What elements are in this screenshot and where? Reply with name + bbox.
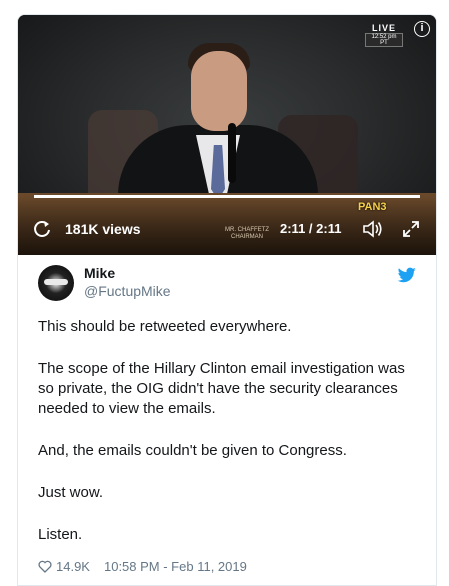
progress-bar[interactable]	[34, 195, 420, 198]
tweet-paragraph: The scope of the Hillary Clinton email i…	[38, 360, 405, 417]
video-time: 2:11 / 2:11	[280, 221, 342, 236]
info-icon[interactable]: i	[414, 21, 430, 37]
microphone	[228, 123, 236, 183]
tweet-timestamp[interactable]: 10:58 PM - Feb 11, 2019	[104, 559, 247, 574]
tweet-paragraph: Just wow.	[38, 484, 104, 501]
live-badge: LIVE 12:52 pm PT	[365, 23, 403, 47]
channel-logo: PAN3	[358, 201, 387, 213]
volume-icon[interactable]	[362, 219, 384, 239]
tweet-paragraph: Listen.	[38, 526, 83, 543]
avatar[interactable]	[38, 265, 74, 301]
heart-icon[interactable]	[38, 560, 52, 573]
live-label: LIVE	[371, 23, 396, 33]
progress-fill	[34, 195, 420, 198]
view-count: 181K views	[65, 221, 141, 237]
tweet-paragraph: And, the emails couldn't be given to Con…	[38, 442, 347, 459]
twitter-bird-icon[interactable]	[398, 267, 416, 283]
display-name[interactable]: Mike	[84, 265, 115, 281]
speaker-head	[191, 51, 247, 131]
replay-icon[interactable]	[32, 219, 52, 239]
nameplate-text: MR. CHAFFETZ CHAIRMAN	[225, 227, 269, 240]
tweet-footer: 14.9K 10:58 PM - Feb 11, 2019	[38, 559, 247, 574]
video-player[interactable]: LIVE 12:52 pm PT i 181K views MR. CHAFFE…	[18, 15, 436, 255]
nameplate: MR. CHAFFETZ CHAIRMAN	[214, 227, 280, 241]
tweet-card[interactable]: LIVE 12:52 pm PT i 181K views MR. CHAFFE…	[17, 14, 437, 586]
user-handle[interactable]: @FuctupMike	[84, 283, 171, 299]
tweet-paragraph: This should be retweeted everywhere.	[38, 318, 292, 335]
expand-icon[interactable]	[402, 220, 420, 238]
like-count[interactable]: 14.9K	[56, 559, 90, 574]
tweet-text: This should be retweeted everywhere. The…	[38, 317, 418, 567]
live-time: 12:52 pm PT	[365, 33, 403, 47]
